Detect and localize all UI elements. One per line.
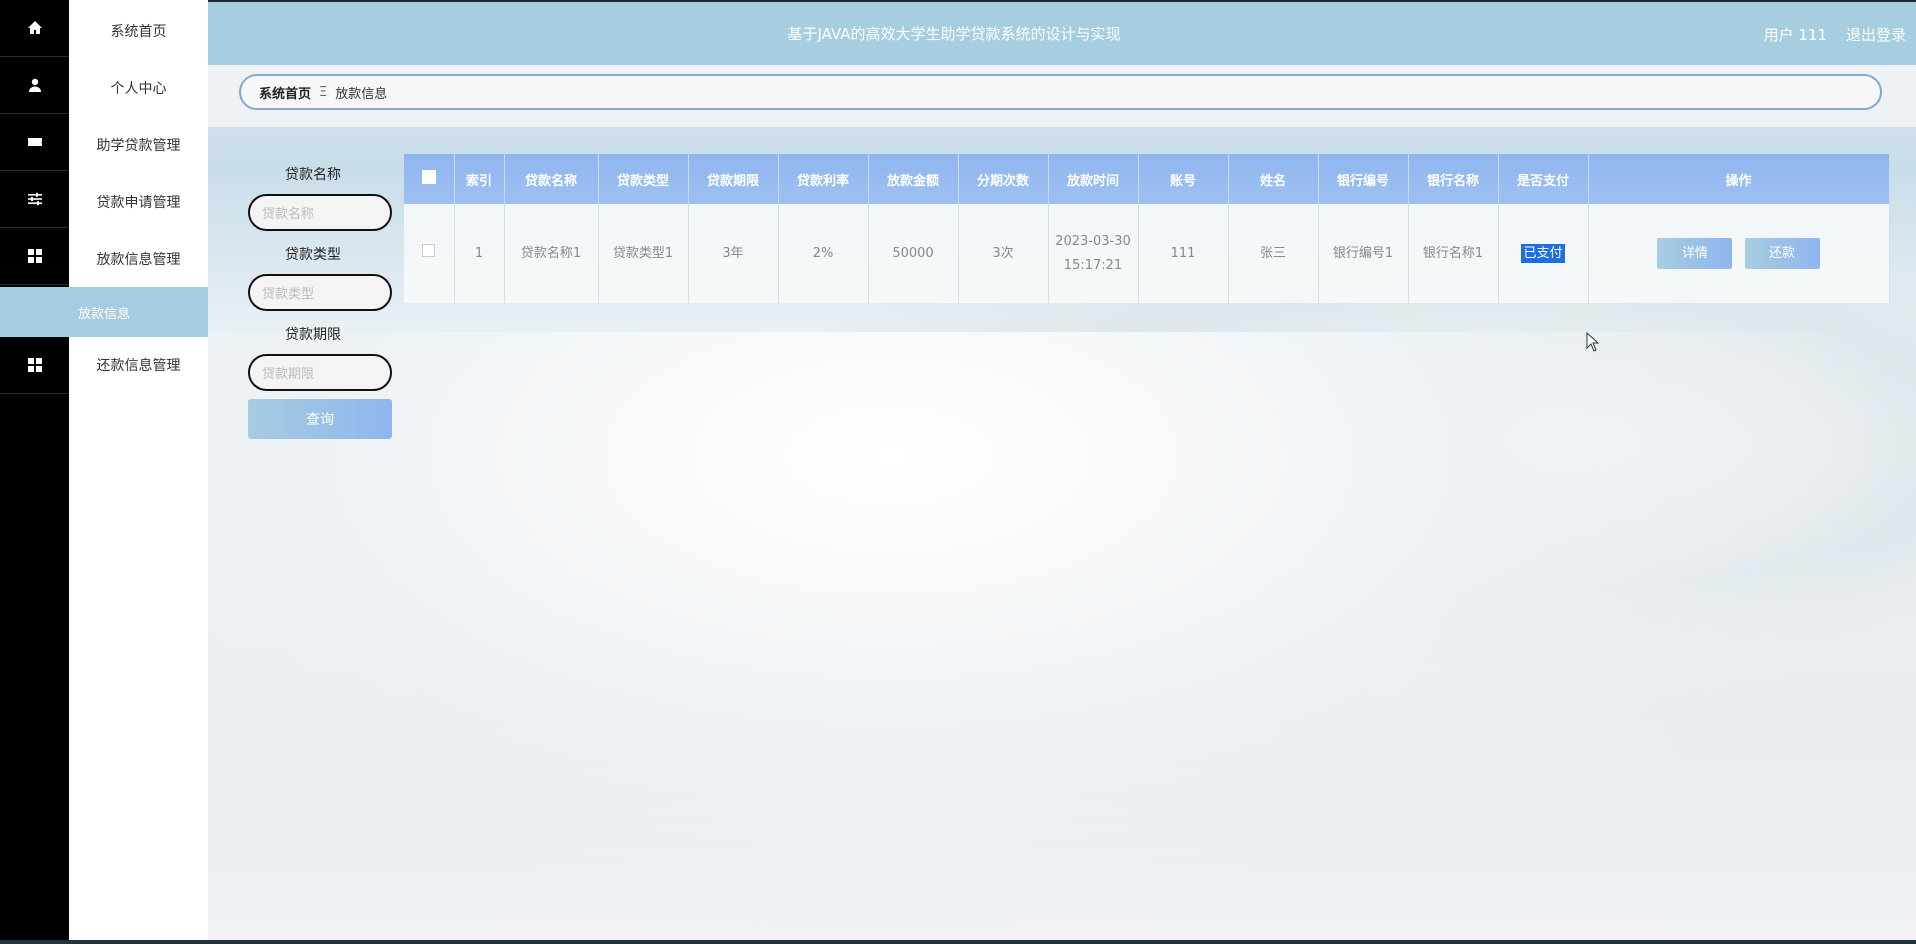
rail-item-repayment[interactable] [0,337,69,394]
col-header-installments: 分期次数 [958,154,1049,204]
rail-item-profile[interactable] [0,57,69,114]
ticket-icon [27,138,42,146]
cell-rate: 2% [778,204,869,303]
col-header-rate: 贷款利率 [778,154,869,204]
cell-index: 1 [454,204,505,303]
cell-term: 3年 [688,204,779,303]
select-all-checkbox[interactable] [421,170,436,184]
row-checkbox[interactable] [422,243,436,257]
cell-amount: 50000 [868,204,959,303]
table-row: 1 贷款名称1 贷款类型1 3年 2% 50000 3次 2023-03-30 … [404,204,1890,303]
sidebar-item-profile[interactable]: 个人中心 [69,60,208,116]
col-header-name: 姓名 [1228,154,1319,204]
loan-name-input[interactable]: 贷款名称 [248,194,392,231]
rail-item-loans[interactable] [0,114,69,171]
logout-link[interactable]: 退出登录 [1846,24,1906,45]
sidebar-item-disbursement[interactable]: 放款信息管理 [69,231,208,287]
grid-icon [27,358,42,372]
disbursement-table: 索引 贷款名称 贷款类型 贷款期限 贷款利率 放款金额 分期次数 放款时间 账号… [404,154,1890,303]
sidebar-item-home[interactable]: 系统首页 [69,3,208,59]
loan-term-input[interactable]: 贷款期限 [248,354,392,391]
home-icon [27,21,42,34]
breadcrumb: 系统首页 Ξ 放款信息 [239,74,1882,110]
select-all-cell[interactable] [404,154,455,204]
sidebar-item-applications[interactable]: 贷款申请管理 [69,174,208,230]
rail-item-applications[interactable] [0,171,69,228]
col-header-amount: 放款金额 [868,154,959,204]
col-header-time: 放款时间 [1048,154,1139,204]
detail-button[interactable]: 详情 [1657,238,1733,269]
sidebar-subitem-disbursement-info[interactable]: 放款信息 [0,287,208,337]
breadcrumb-home[interactable]: 系统首页 [259,83,311,102]
loan-term-label: 贷款期限 [285,327,341,343]
cell-account: 111 [1138,204,1229,303]
user-label: 用户 111 [1763,26,1827,44]
loan-name-label: 贷款名称 [285,167,341,183]
loan-type-input[interactable]: 贷款类型 [248,274,392,311]
grid-icon [27,249,42,263]
cell-loan-name: 贷款名称1 [504,204,599,303]
sidebar-menu: 系统首页 个人中心 助学贷款管理 贷款申请管理 放款信息管理 还款信息管理 [69,0,208,940]
cell-name: 张三 [1228,204,1319,303]
cell-bank-no: 银行编号1 [1318,204,1409,303]
search-button[interactable]: 查询 [248,399,392,439]
mouse-cursor-icon [1586,332,1600,352]
paid-status-badge: 已支付 [1521,243,1565,263]
breadcrumb-separator-icon: Ξ [319,84,328,100]
col-header-index: 索引 [454,154,505,204]
loan-type-label: 贷款类型 [285,247,341,263]
breadcrumb-current: 放款信息 [335,86,388,102]
cell-time: 2023-03-30 15:17:21 [1048,204,1139,303]
repay-button[interactable]: 还款 [1744,238,1820,269]
user-icon [28,78,41,92]
sidebar-item-loans[interactable]: 助学贷款管理 [69,117,208,173]
sidebar-icon-rail [0,0,69,940]
background-snow [208,332,1916,940]
row-select-cell[interactable] [404,204,455,303]
sidebar-item-repayment[interactable]: 还款信息管理 [69,337,208,393]
col-header-term: 贷款期限 [688,154,779,204]
top-header: 基于JAVA的高效大学生助学贷款系统的设计与实现 用户 111 退出登录 [208,2,1916,65]
rail-item-home[interactable] [0,0,69,57]
col-header-actions: 操作 [1588,154,1890,204]
table-header-row: 索引 贷款名称 贷款类型 贷款期限 贷款利率 放款金额 分期次数 放款时间 账号… [404,154,1890,204]
bottom-strip [0,940,1916,944]
col-header-bank-name: 银行名称 [1408,154,1499,204]
col-header-loan-type: 贷款类型 [598,154,689,204]
rail-item-disbursement[interactable] [0,228,69,285]
cell-loan-type: 贷款类型1 [598,204,689,303]
cell-installments: 3次 [958,204,1049,303]
main-content: 基于JAVA的高效大学生助学贷款系统的设计与实现 用户 111 退出登录 系统首… [208,2,1916,940]
col-header-bank-no: 银行编号 [1318,154,1409,204]
sliders-icon [27,192,42,206]
col-header-account: 账号 [1138,154,1229,204]
cell-bank-name: 银行名称1 [1408,204,1499,303]
page-title: 基于JAVA的高效大学生助学贷款系统的设计与实现 [787,25,1121,43]
col-header-paid: 是否支付 [1498,154,1589,204]
col-header-loan-name: 贷款名称 [504,154,599,204]
cell-paid: 已支付 [1498,204,1589,303]
cell-actions: 详情 还款 [1588,204,1890,303]
